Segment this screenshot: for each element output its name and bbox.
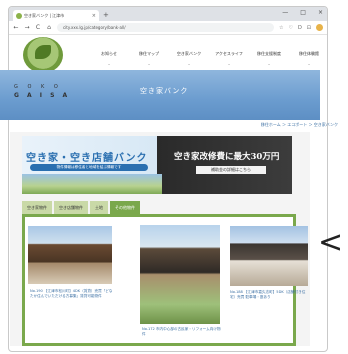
listing-title-2[interactable]: No.172 市内中心部の古民家・リフォーム向け物件	[142, 327, 222, 337]
new-tab-button[interactable]: +	[103, 9, 109, 21]
leaf-logo-icon[interactable]	[23, 37, 63, 73]
menu-label: 移住支援制度	[257, 51, 281, 56]
back-arrow-icon[interactable]: ←	[13, 24, 19, 31]
chevron-down-icon: ⌄	[147, 61, 151, 66]
profile-avatar[interactable]	[316, 24, 323, 31]
menu-item-life[interactable]: アクセスライフ ⌄	[209, 51, 249, 66]
minimize-icon[interactable]: —	[282, 9, 288, 16]
site-favicon-icon	[16, 12, 22, 19]
sidebar-icon[interactable]: ⊡	[307, 25, 311, 31]
address-bar[interactable]: city.xxx.lg.jp/category/bank-all/	[57, 23, 274, 32]
favorite-icon[interactable]: ♡	[288, 25, 292, 31]
tab-akiya[interactable]: 空き家物件	[22, 201, 52, 214]
banner-subtitle-left: 物件情報は移住者と地域を結ぶ情報です	[30, 164, 148, 171]
listing-photo-1[interactable]	[28, 226, 112, 284]
listing-photo-3[interactable]	[230, 226, 308, 286]
chevron-down-icon: ⌄	[267, 61, 271, 66]
chevron-down-icon: ⌄	[227, 61, 231, 66]
banner-subtitle-right[interactable]: 補助金の詳細はこちら	[196, 166, 266, 174]
category-tabs: 空き家物件 空き店舗物件 土地 その他物件	[22, 201, 140, 214]
extension-icons: ☆ ♡ D ⊡	[279, 25, 311, 31]
tab-tochi[interactable]: 土地	[90, 201, 108, 214]
menu-item-map[interactable]: 移住マップ ⌄	[129, 51, 169, 66]
menu-item-news[interactable]: お知らせ ⌄	[89, 51, 129, 66]
menu-label: 空き家バンク	[176, 51, 202, 56]
banner-landscape-image	[22, 174, 162, 194]
tab-other[interactable]: その他物件	[110, 201, 140, 214]
brand-line-1: G O K O	[14, 84, 62, 90]
pointer-arrow-icon: <	[318, 225, 344, 260]
menu-label: お知らせ	[101, 51, 117, 56]
close-window-icon[interactable]: ×	[318, 9, 323, 16]
page-title: 空き家バンク	[140, 87, 189, 95]
menu-label: アクセスライフ	[215, 51, 243, 56]
forward-arrow-icon[interactable]: →	[24, 24, 30, 31]
tab-title: 空き家バンク | 江津市	[24, 12, 65, 18]
listing-title-1[interactable]: No.190 【江津市松川町】4DK（賃貸）売買「どなたか住んでいただける方募集…	[30, 289, 114, 299]
tab-close-icon[interactable]: ×	[92, 13, 96, 19]
listing-title-3[interactable]: No.188 【江津市嘉久志町】5DK（店舗付き住宅）売買 駐車場・庭あり	[230, 290, 310, 300]
chevron-down-icon: ⌄	[187, 61, 191, 66]
browser-toolbar: ← → C ⌂ city.xxx.lg.jp/category/bank-all…	[9, 21, 327, 35]
chevron-down-icon: ⌄	[107, 61, 111, 66]
banner-title-left: 空き家・空き店舗バンク	[26, 153, 148, 164]
banner-title-right: 空き家改修費に最大30万円	[174, 152, 280, 162]
leaf-shape	[35, 45, 51, 59]
main-menu: お知らせ ⌄ 移住マップ ⌄ 空き家バンク ⌄ アクセスライフ ⌄ 移住支援制度 ⌄ 移住…	[89, 51, 327, 66]
browser-tab[interactable]: 空き家バンク | 江津市 ×	[13, 10, 99, 21]
window-controls: — □ ×	[282, 9, 323, 16]
breadcrumb[interactable]: 移住ホーム ＞ エコポート ＞ 空き家バンク	[261, 122, 338, 128]
chevron-down-icon: ⌄	[307, 61, 311, 66]
brand-line-2: G A I S A	[14, 92, 71, 99]
menu-item-bank[interactable]: 空き家バンク ⌄	[169, 51, 209, 66]
menu-label: 移住体験館	[299, 51, 319, 56]
menu-item-trial[interactable]: 移住体験館 ⌄	[289, 51, 327, 66]
extension-d-icon[interactable]: D	[298, 25, 302, 31]
menu-label: 移住マップ	[139, 51, 159, 56]
home-icon[interactable]: ⌂	[46, 24, 52, 31]
tab-strip: 空き家バンク | 江津市 × + — □ ×	[9, 7, 327, 21]
bookmark-star-icon[interactable]: ☆	[279, 25, 283, 31]
listing-photo-2[interactable]	[140, 225, 220, 324]
reload-icon[interactable]: C	[35, 24, 41, 31]
menu-item-support[interactable]: 移住支援制度 ⌄	[249, 51, 289, 66]
maximize-icon[interactable]: □	[300, 9, 306, 16]
tab-tenpo[interactable]: 空き店舗物件	[54, 201, 88, 214]
